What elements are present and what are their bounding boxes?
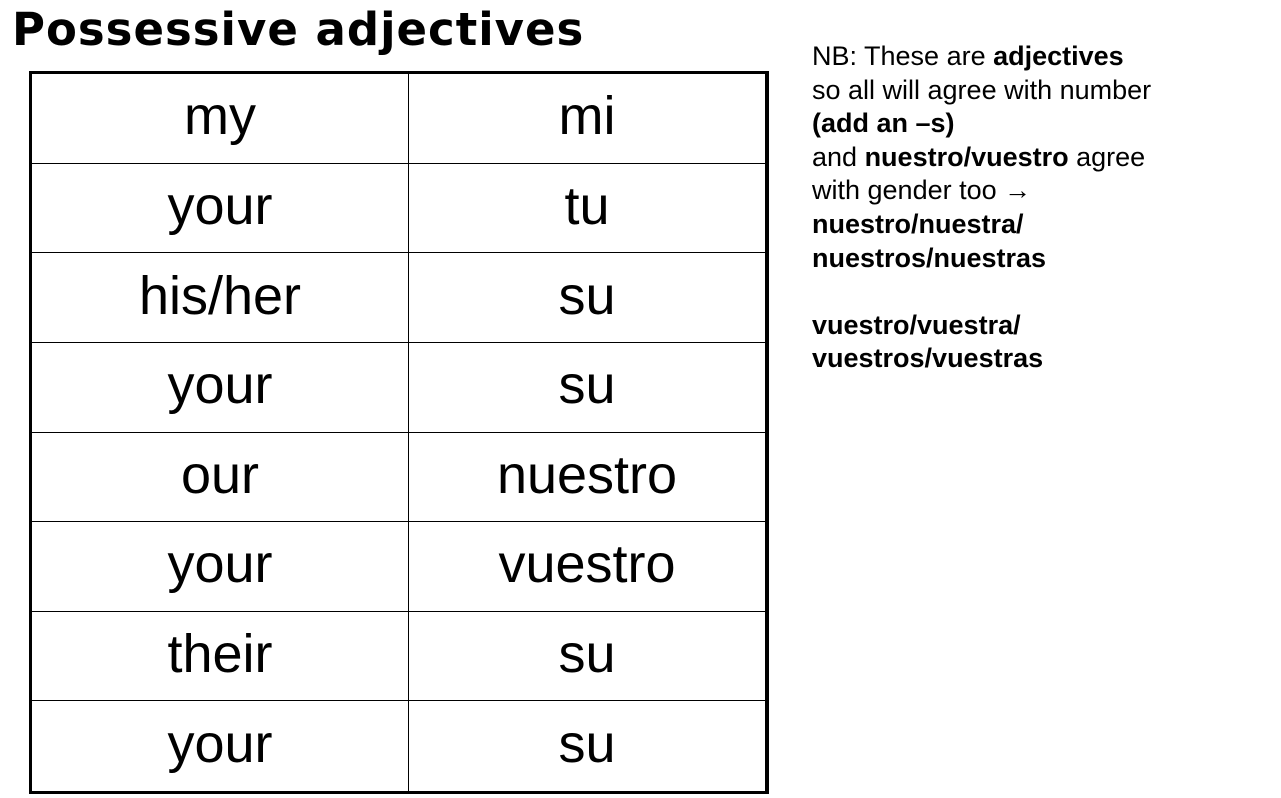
note-bold: vuestro/vuestra/ — [812, 309, 1021, 340]
note-bold: vuestros/vuestras — [812, 343, 1044, 374]
note-bold: adjectives — [993, 41, 1124, 71]
cell-english: my — [32, 74, 409, 164]
note-text: NB: These are adjectives so all will agr… — [812, 40, 1151, 376]
note-bold: nuestro/nuestra/ — [812, 208, 1024, 239]
cell-spanish: su — [409, 343, 765, 433]
note-line: with gender too → — [812, 175, 1032, 206]
cell-spanish: su — [409, 612, 765, 702]
note-line: vuestros/vuestras — [812, 342, 1151, 376]
note-line: (add an –s) — [812, 107, 1151, 141]
cell-spanish: tu — [409, 164, 765, 254]
note-line: nuestro/nuestra/ — [812, 208, 1151, 242]
note-line: vuestro/vuestra/ — [812, 309, 1151, 343]
cell-spanish: nuestro — [409, 433, 765, 523]
cell-english: your — [32, 342, 409, 433]
cell-english: his/her — [32, 253, 409, 343]
note-line: NB: These are adjectives — [812, 40, 1151, 74]
cell-english: your — [32, 701, 409, 791]
cell-spanish: su — [558, 714, 616, 775]
page-title: Possessive adjectives — [12, 3, 585, 56]
note-text-span: NB: These are — [812, 41, 994, 71]
note-text-span: agree — [1068, 141, 1146, 172]
note-bold: nuestros/nuestras — [812, 242, 1047, 273]
note-line: nuestros/nuestras — [812, 242, 1151, 276]
note-bold: (add an –s) — [812, 108, 955, 139]
possessive-table: my mi your tu his/her su your su our nuestro your v… — [29, 71, 769, 794]
note-text-span: and — [812, 141, 865, 172]
cell-spanish: mi — [409, 74, 765, 164]
cell-spanish: vuestro — [409, 522, 765, 612]
cell-english: our — [32, 432, 409, 523]
note-line: so all will agree with number — [812, 74, 1152, 105]
cell-english: your — [32, 522, 409, 612]
note-bold: nuestro/vuestro — [864, 141, 1069, 172]
cell-english: their — [32, 611, 409, 702]
cell-spanish: su — [409, 253, 765, 343]
cell-english: your — [32, 163, 409, 254]
note-line: and nuestro/vuestro agree — [812, 141, 1151, 175]
